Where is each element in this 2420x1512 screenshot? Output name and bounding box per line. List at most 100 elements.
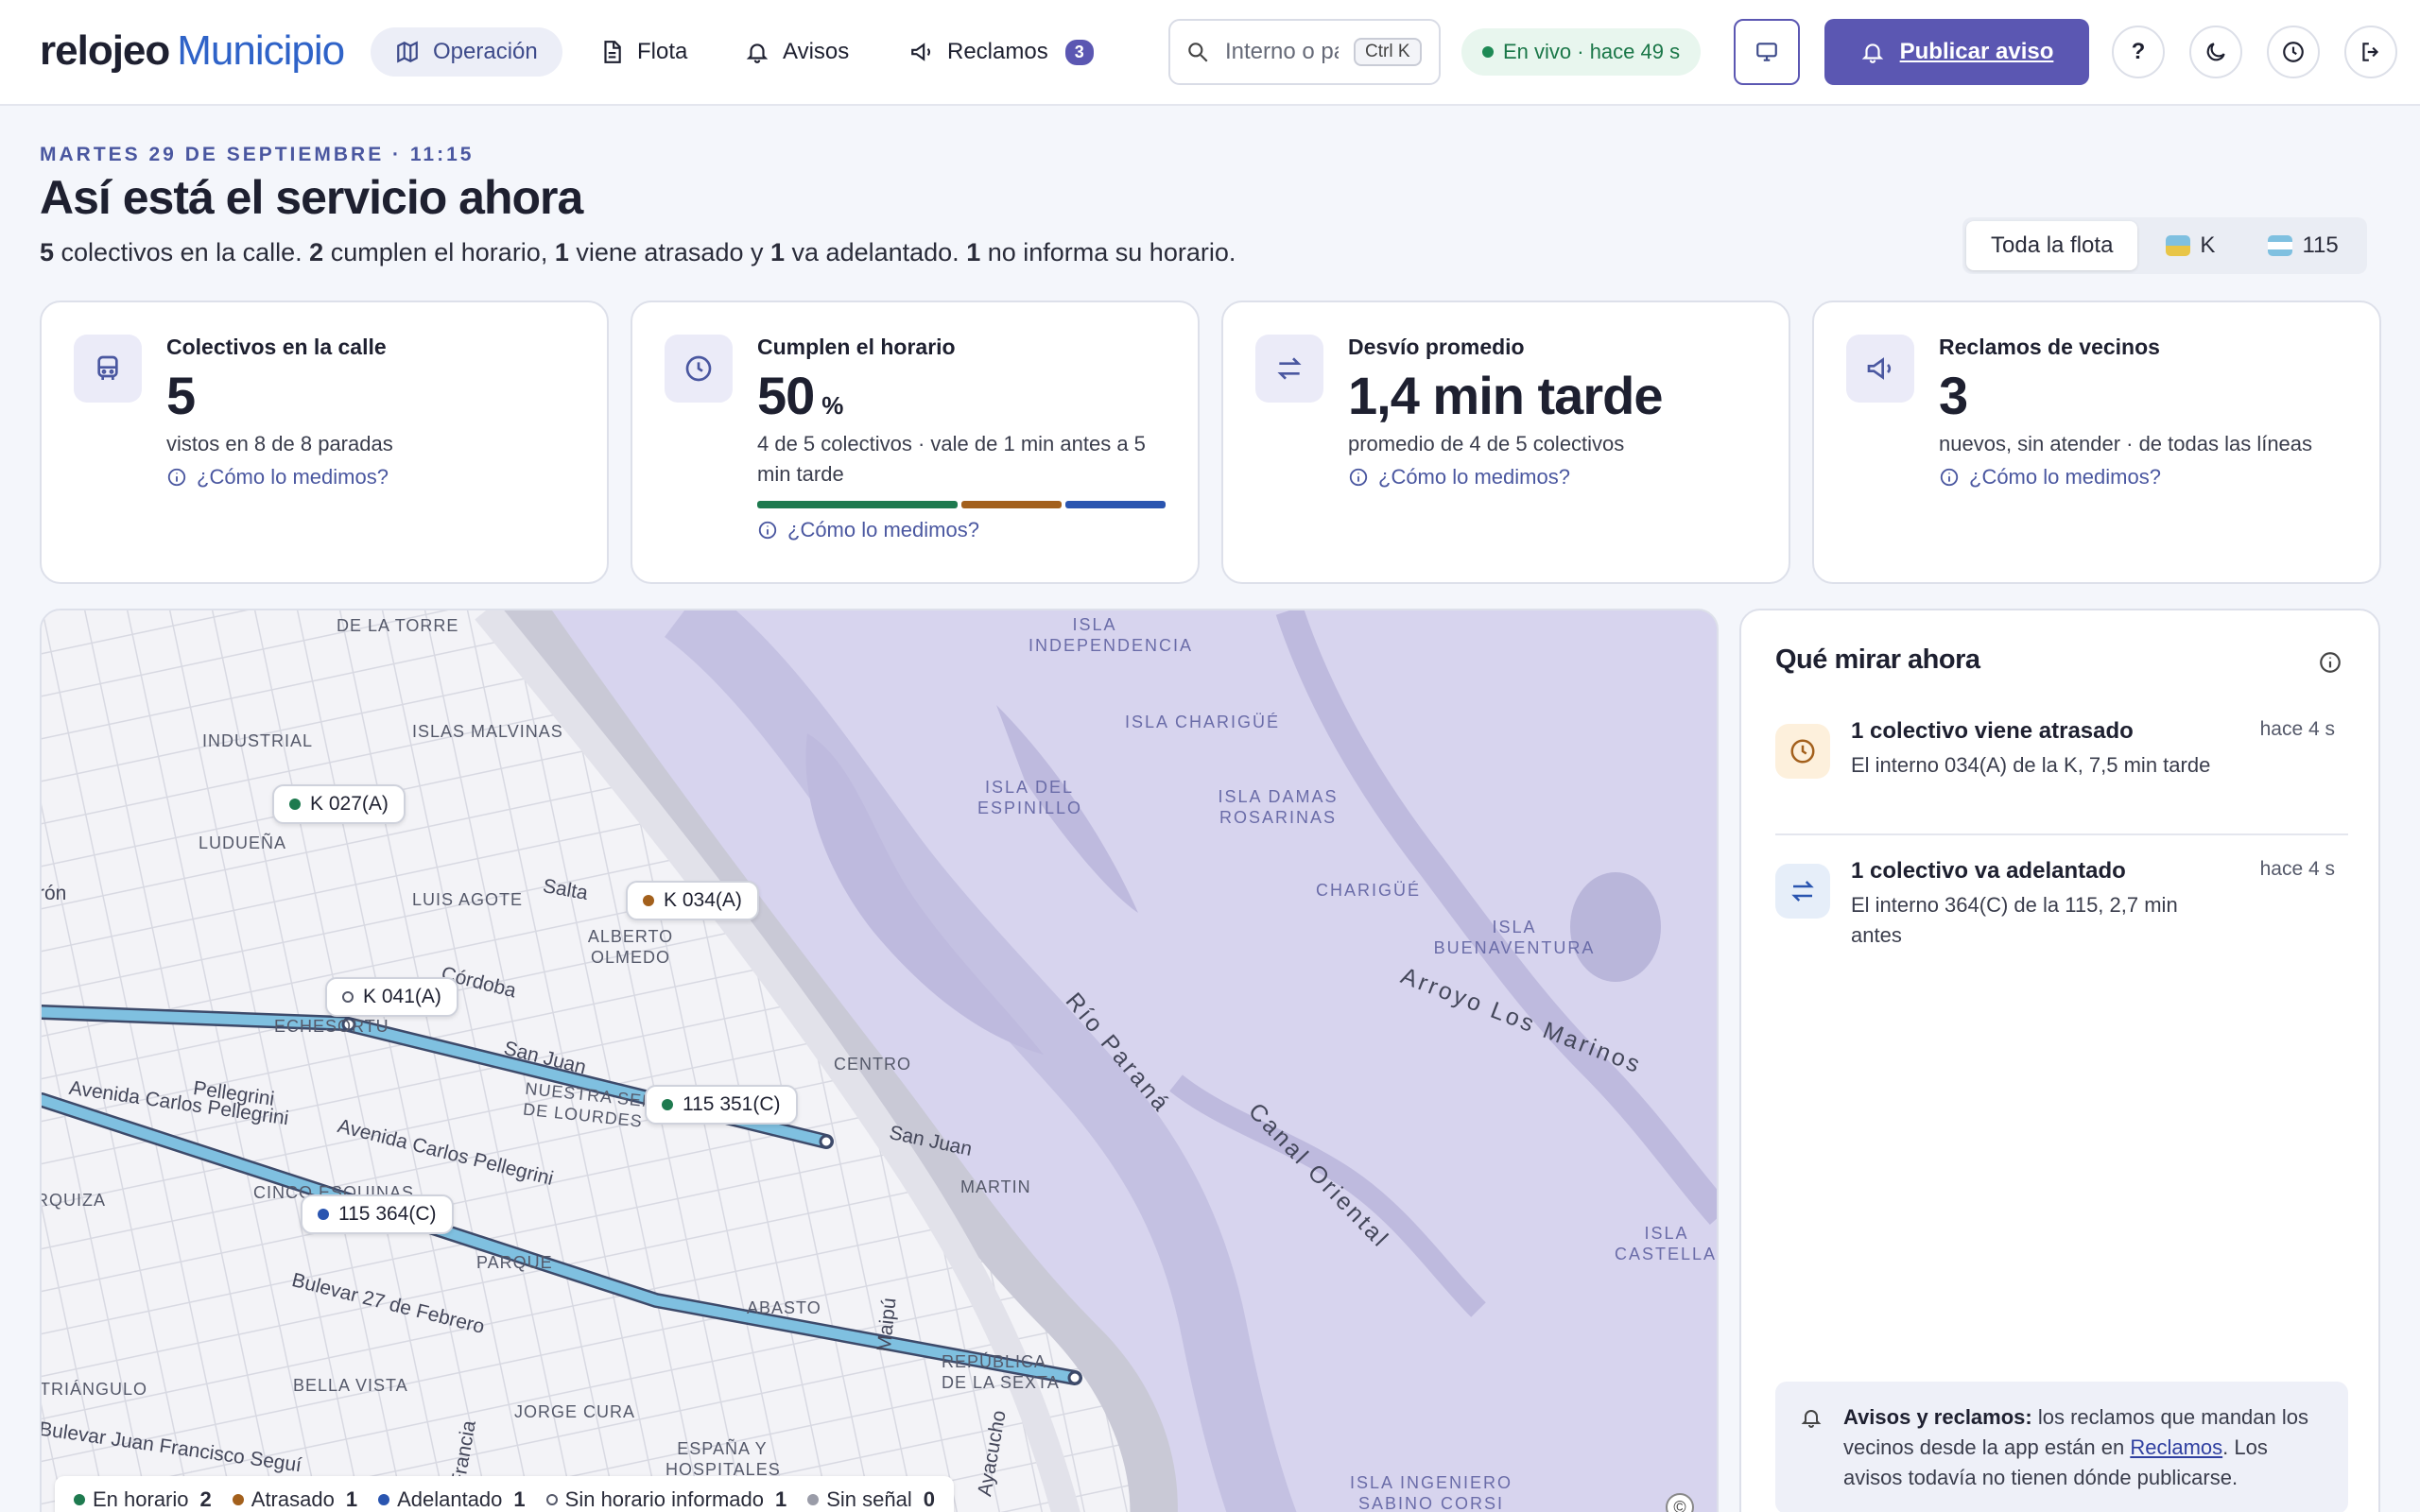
map-label: ALBERTO OLMEDO [587, 927, 674, 967]
what-to-watch-panel: Qué mirar ahora 1 colectivo viene atrasa… [1739, 609, 2380, 1512]
status-dot [342, 991, 354, 1003]
screen-mode-button[interactable] [1734, 19, 1800, 85]
nav-flota-label: Flota [637, 39, 688, 64]
status-dot [662, 1099, 673, 1110]
reclamos-count-badge: 3 [1064, 39, 1094, 65]
search-input[interactable] [1225, 39, 1339, 65]
live-map[interactable]: DE LA TORRE INDUSTRIAL ISLAS MALVINAS LU… [40, 609, 1719, 1512]
nav-avisos[interactable]: Avisos [720, 27, 873, 77]
map-label: ISLA INDEPENDENCIA [1028, 615, 1194, 655]
filter-line-115[interactable]: 115 [2243, 221, 2362, 270]
help-button[interactable]: ? [2112, 26, 2165, 78]
live-dot [1482, 46, 1494, 58]
clock-icon [2283, 42, 2304, 62]
map-label: JORGE CURA [514, 1402, 636, 1421]
bus-marker[interactable]: K 034(A) [626, 881, 759, 920]
reclamos-link[interactable]: Reclamos [2130, 1435, 2222, 1459]
live-status-badge: En vivo · hace 49 s [1461, 28, 1702, 76]
search-shortcut-hint: Ctrl K [1354, 38, 1422, 66]
bus-marker[interactable]: K 027(A) [272, 784, 406, 824]
legend-no-schedule: Sin horario informado 1 [545, 1487, 786, 1512]
alert-early-bus[interactable]: 1 colectivo va adelantado El interno 364… [1775, 858, 2348, 951]
card-subtitle: vistos en 8 de 8 paradas [166, 432, 393, 455]
bus-marker[interactable]: 115 351(C) [645, 1085, 798, 1125]
map-label: RQUIZA [40, 1191, 107, 1210]
map-label: ISLA INGENIERO SABINO CORSI [1349, 1473, 1513, 1512]
filter-all[interactable]: Toda la flota [1966, 221, 2138, 270]
legend-no-signal: Sin señal 0 [807, 1487, 935, 1512]
card-subtitle: nuevos, sin atender · de todas las línea… [1939, 432, 2313, 455]
filter-line-k[interactable]: K [2141, 221, 2239, 270]
alert-description: El interno 034(A) de la K, 7,5 min tarde [1851, 753, 2211, 777]
map-label: ESPAÑA Y HOSPITALES [666, 1439, 781, 1479]
map-label: CHARIGÜÉ [1316, 881, 1422, 900]
moon-icon [2206, 43, 2225, 61]
info-icon [167, 468, 186, 487]
card-value: 1,4 min tarde [1348, 366, 1663, 425]
info-icon [1349, 468, 1368, 487]
schedule-breakdown-bar [757, 501, 1166, 508]
status-dot [643, 895, 654, 906]
card-value: 50% [757, 366, 843, 425]
how-measured-link[interactable]: ¿Cómo lo medimos? [166, 465, 389, 490]
search-box[interactable]: Ctrl K [1168, 19, 1441, 85]
nav-operacion[interactable]: Operación [371, 27, 562, 77]
map-label: BELLA VISTA [293, 1376, 408, 1395]
alert-time: hace 4 s [2259, 858, 2335, 880]
card-title: Colectivos en la calle [166, 335, 387, 359]
map-label: REPÚBLICA DE LA SEXTA [942, 1352, 1060, 1392]
megaphone-icon [1846, 335, 1914, 403]
live-status-label: En vivo · hace 49 s [1503, 40, 1681, 63]
card-title: Cumplen el horario [757, 335, 956, 359]
alert-time: hace 4 s [2259, 718, 2335, 740]
nav-reclamos[interactable]: Reclamos 3 [885, 27, 1118, 77]
map-label: TRIÁNGULO [40, 1380, 148, 1399]
alert-description: El interno 364(C) de la 115, 2,7 min ant… [1851, 893, 2178, 947]
map-label: ISLA BUENAVENTURA [1433, 918, 1596, 957]
dark-mode-button[interactable] [2189, 26, 2242, 78]
history-button[interactable] [2267, 26, 2320, 78]
logout-button[interactable] [2344, 26, 2397, 78]
map-label: ISLA CASTELLANO [1615, 1224, 1718, 1263]
bus-marker[interactable]: 115 364(C) [301, 1194, 454, 1234]
map-label: LUDUEÑA [199, 833, 287, 852]
card-value: 3 [1939, 366, 1968, 425]
logout-icon [2362, 43, 2379, 61]
map-label: MARTIN [960, 1177, 1031, 1196]
how-measured-link[interactable]: ¿Cómo lo medimos? [757, 518, 979, 542]
card-on-schedule: Cumplen el horario 50% 4 de 5 colectivos… [631, 301, 1200, 584]
how-measured-link[interactable]: ¿Cómo lo medimos? [1348, 465, 1570, 490]
status-dot [318, 1209, 329, 1220]
card-value: 5 [166, 366, 196, 425]
legend-early: Adelantado 1 [378, 1487, 526, 1512]
line-115-flag-icon [2268, 235, 2293, 256]
monitor-icon [1756, 43, 1777, 61]
alert-title: 1 colectivo va adelantado [1851, 858, 2126, 884]
document-icon [604, 41, 621, 63]
page-title: Así está el servicio ahora [40, 171, 583, 224]
nav-avisos-label: Avisos [783, 39, 850, 64]
divider [1775, 833, 2348, 835]
bus-marker[interactable]: K 041(A) [325, 977, 458, 1017]
bus-icon [74, 335, 142, 403]
megaphone-icon [911, 43, 930, 61]
app-logo[interactable]: relojeo Municipio [40, 25, 345, 77]
search-icon [1188, 43, 1208, 62]
map-label: ISLA DAMAS ROSARINAS [1218, 787, 1339, 827]
info-icon[interactable] [2318, 650, 2342, 675]
publish-notice-label: Publicar aviso [1899, 39, 2054, 64]
map-label: ISLA DEL ESPINILLO [977, 778, 1083, 817]
info-icon [1940, 468, 1959, 487]
card-neighbor-complaints: Reclamos de vecinos 3 nuevos, sin atende… [1812, 301, 2381, 584]
map-label: ECHESORTU [274, 1017, 389, 1036]
publish-notice-button[interactable]: Publicar aviso [1824, 19, 2089, 85]
nav-flota[interactable]: Flota [575, 27, 712, 77]
bar-early [1065, 501, 1166, 508]
clock-icon [1775, 724, 1830, 779]
line-k-flag-icon [2166, 235, 2191, 256]
map-label: INDUSTRIAL [202, 731, 314, 750]
map-label: ISLAS MALVINAS [412, 722, 563, 741]
alert-late-bus[interactable]: 1 colectivo viene atrasado El interno 03… [1775, 718, 2348, 781]
map-label: ABASTO [747, 1298, 821, 1317]
how-measured-link[interactable]: ¿Cómo lo medimos? [1939, 465, 2161, 490]
